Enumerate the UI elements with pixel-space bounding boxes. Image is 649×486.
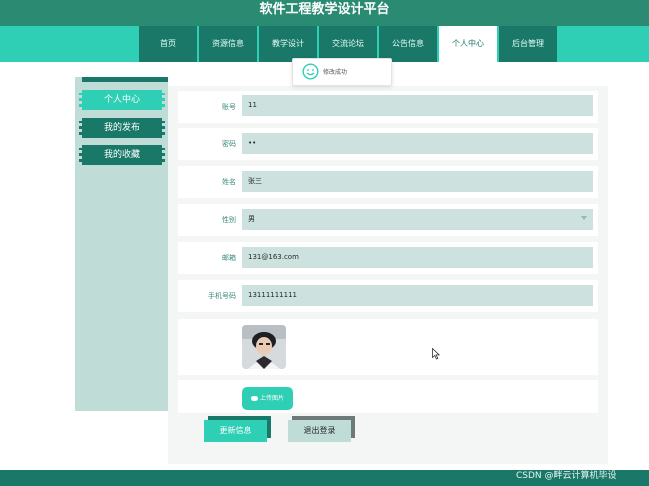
form-row-phone: 手机号码 13111111111: [178, 280, 598, 312]
sidebar-top-bar: [82, 77, 168, 82]
update-button-wrap: 更新信息: [204, 416, 271, 442]
password-input[interactable]: ••: [242, 133, 593, 154]
name-input[interactable]: 张三: [242, 171, 593, 192]
toast-message: 修改成功: [323, 69, 348, 76]
phone-label: 手机号码: [208, 292, 236, 300]
form-row-name: 姓名 张三: [178, 166, 598, 198]
form-row-gender: 性别 男: [178, 204, 598, 236]
site-title: 软件工程教学设计平台: [259, 2, 390, 17]
gender-selected-value: 男: [248, 215, 255, 223]
nav-item-personal-center[interactable]: 个人中心: [439, 26, 497, 62]
upload-image-label: 上传图片: [259, 395, 284, 402]
nav-item-forum[interactable]: 交流论坛: [319, 26, 377, 62]
email-label: 邮箱: [222, 254, 236, 262]
avatar[interactable]: [242, 325, 286, 369]
form-row-email: 邮箱 131@163.com: [178, 242, 598, 274]
sidebar: 个人中心 我的发布 我的收藏: [75, 77, 168, 411]
profile-form: 账号 11 密码 •• 姓名 张三 性别 男 邮箱 131@163.com 手机…: [168, 86, 608, 464]
cloud-upload-icon: [250, 396, 258, 401]
sidebar-item-my-favorites[interactable]: 我的收藏: [79, 145, 165, 165]
name-label: 姓名: [222, 178, 236, 186]
account-input[interactable]: 11: [242, 95, 593, 116]
smile-icon: [302, 63, 319, 80]
page: 软件工程教学设计平台 首页 资源信息 教学设计 交流论坛 公告信息 个人中心 后…: [0, 0, 649, 486]
logout-button[interactable]: 退出登录: [288, 420, 351, 442]
csdn-watermark: CSDN @畔云计算机毕设: [516, 471, 617, 481]
form-row-avatar: [178, 319, 598, 375]
update-info-button[interactable]: 更新信息: [204, 420, 267, 442]
form-row-account: 账号 11: [178, 91, 598, 123]
logout-button-wrap: 退出登录: [288, 416, 355, 442]
success-toast: 修改成功: [292, 58, 392, 86]
gender-select[interactable]: 男: [242, 209, 593, 230]
upload-image-button[interactable]: 上传图片: [242, 387, 293, 410]
email-input[interactable]: 131@163.com: [242, 247, 593, 268]
nav-bar: 首页 资源信息 教学设计 交流论坛 公告信息 个人中心 后台管理: [0, 26, 649, 62]
site-header: 软件工程教学设计平台: [0, 0, 649, 26]
mouse-cursor-icon: [432, 348, 440, 360]
password-label: 密码: [222, 140, 236, 148]
account-label: 账号: [222, 103, 236, 111]
avatar-photo: [242, 325, 286, 369]
nav-item-resources[interactable]: 资源信息: [199, 26, 257, 62]
gender-label: 性别: [222, 216, 236, 224]
sidebar-item-personal-center[interactable]: 个人中心: [79, 90, 165, 110]
nav-item-announcements[interactable]: 公告信息: [379, 26, 437, 62]
sidebar-item-my-posts[interactable]: 我的发布: [79, 118, 165, 138]
nav-item-home[interactable]: 首页: [139, 26, 197, 62]
nav-list: 首页 资源信息 教学设计 交流论坛 公告信息 个人中心 后台管理: [139, 26, 559, 62]
nav-item-teaching-design[interactable]: 教学设计: [259, 26, 317, 62]
form-row-password: 密码 ••: [178, 128, 598, 160]
form-row-upload: 上传图片: [178, 380, 598, 413]
chevron-down-icon: [581, 216, 587, 220]
nav-item-admin[interactable]: 后台管理: [499, 26, 557, 62]
phone-input[interactable]: 13111111111: [242, 285, 593, 306]
